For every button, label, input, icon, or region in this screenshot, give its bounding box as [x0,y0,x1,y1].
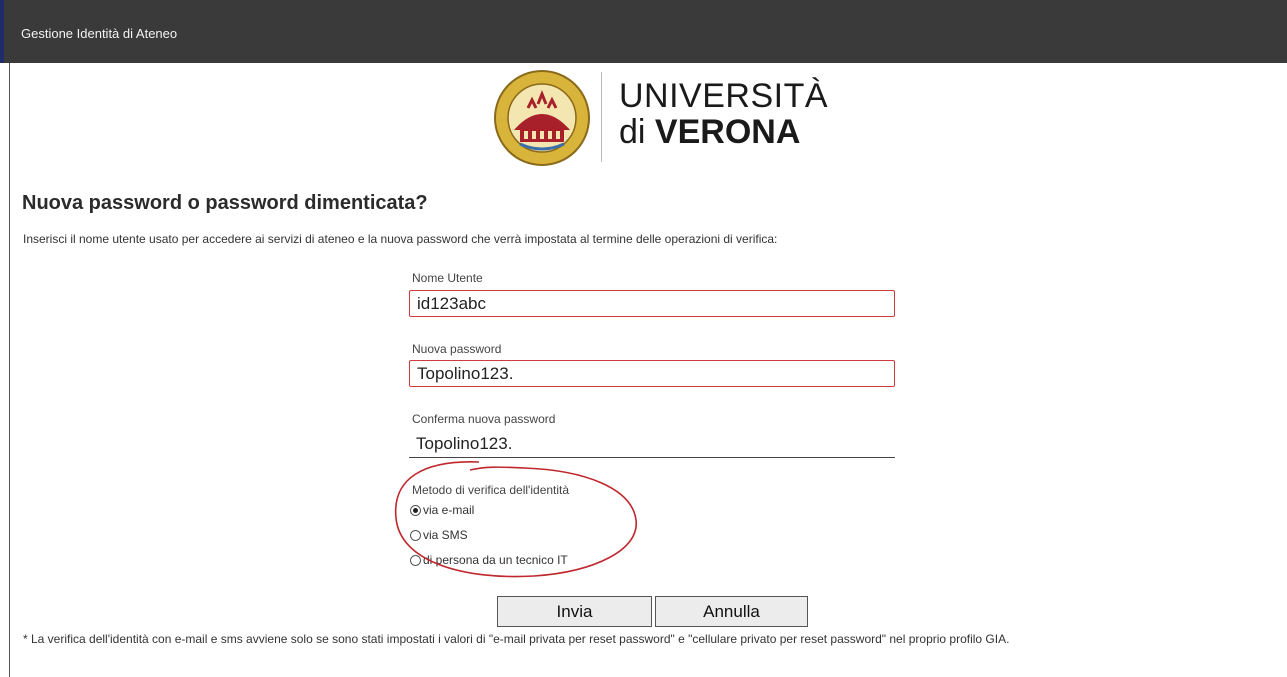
radio-in-person[interactable] [410,554,421,566]
new-password-label: Nuova password [412,342,502,356]
logo-divider [601,72,602,162]
confirm-password-label: Conferma nuova password [412,412,556,426]
university-logo: UNIVERSITÀ di VERONA [492,66,828,166]
left-border [9,63,10,677]
radio-email-option[interactable]: via e-mail [410,503,474,517]
verification-method-label: Metodo di verifica dell'identità [412,483,570,497]
username-input[interactable] [409,290,895,317]
send-button[interactable]: Invia [497,596,652,627]
radio-email[interactable] [410,504,421,516]
radio-in-person-option[interactable]: di persona da un tecnico IT [410,553,568,567]
logo-verona: di VERONA [619,114,800,150]
app-title: Gestione Identità di Ateneo [21,26,178,41]
radio-sms-label: via SMS [423,528,468,542]
username-label: Nome Utente [412,271,483,285]
radio-sms-option[interactable]: via SMS [410,528,468,542]
logo-di: di [619,113,655,151]
logo-universita: UNIVERSITÀ [619,77,829,115]
university-seal-icon [494,70,590,166]
radio-in-person-label: di persona da un tecnico IT [423,553,568,567]
intro-text: Inserisci il nome utente usato per acced… [23,232,778,246]
confirm-password-input[interactable] [409,431,895,458]
logo-verona-bold: VERONA [654,113,801,151]
header-bar: Gestione Identità di Ateneo [0,0,1287,63]
radio-sms[interactable] [410,529,421,541]
page-title: Nuova password o password dimenticata? [22,192,428,214]
radio-email-label: via e-mail [423,503,475,517]
new-password-input[interactable] [409,360,895,387]
cancel-button[interactable]: Annulla [655,596,808,627]
footnote: * La verifica dell'identità con e-mail e… [23,632,1010,646]
